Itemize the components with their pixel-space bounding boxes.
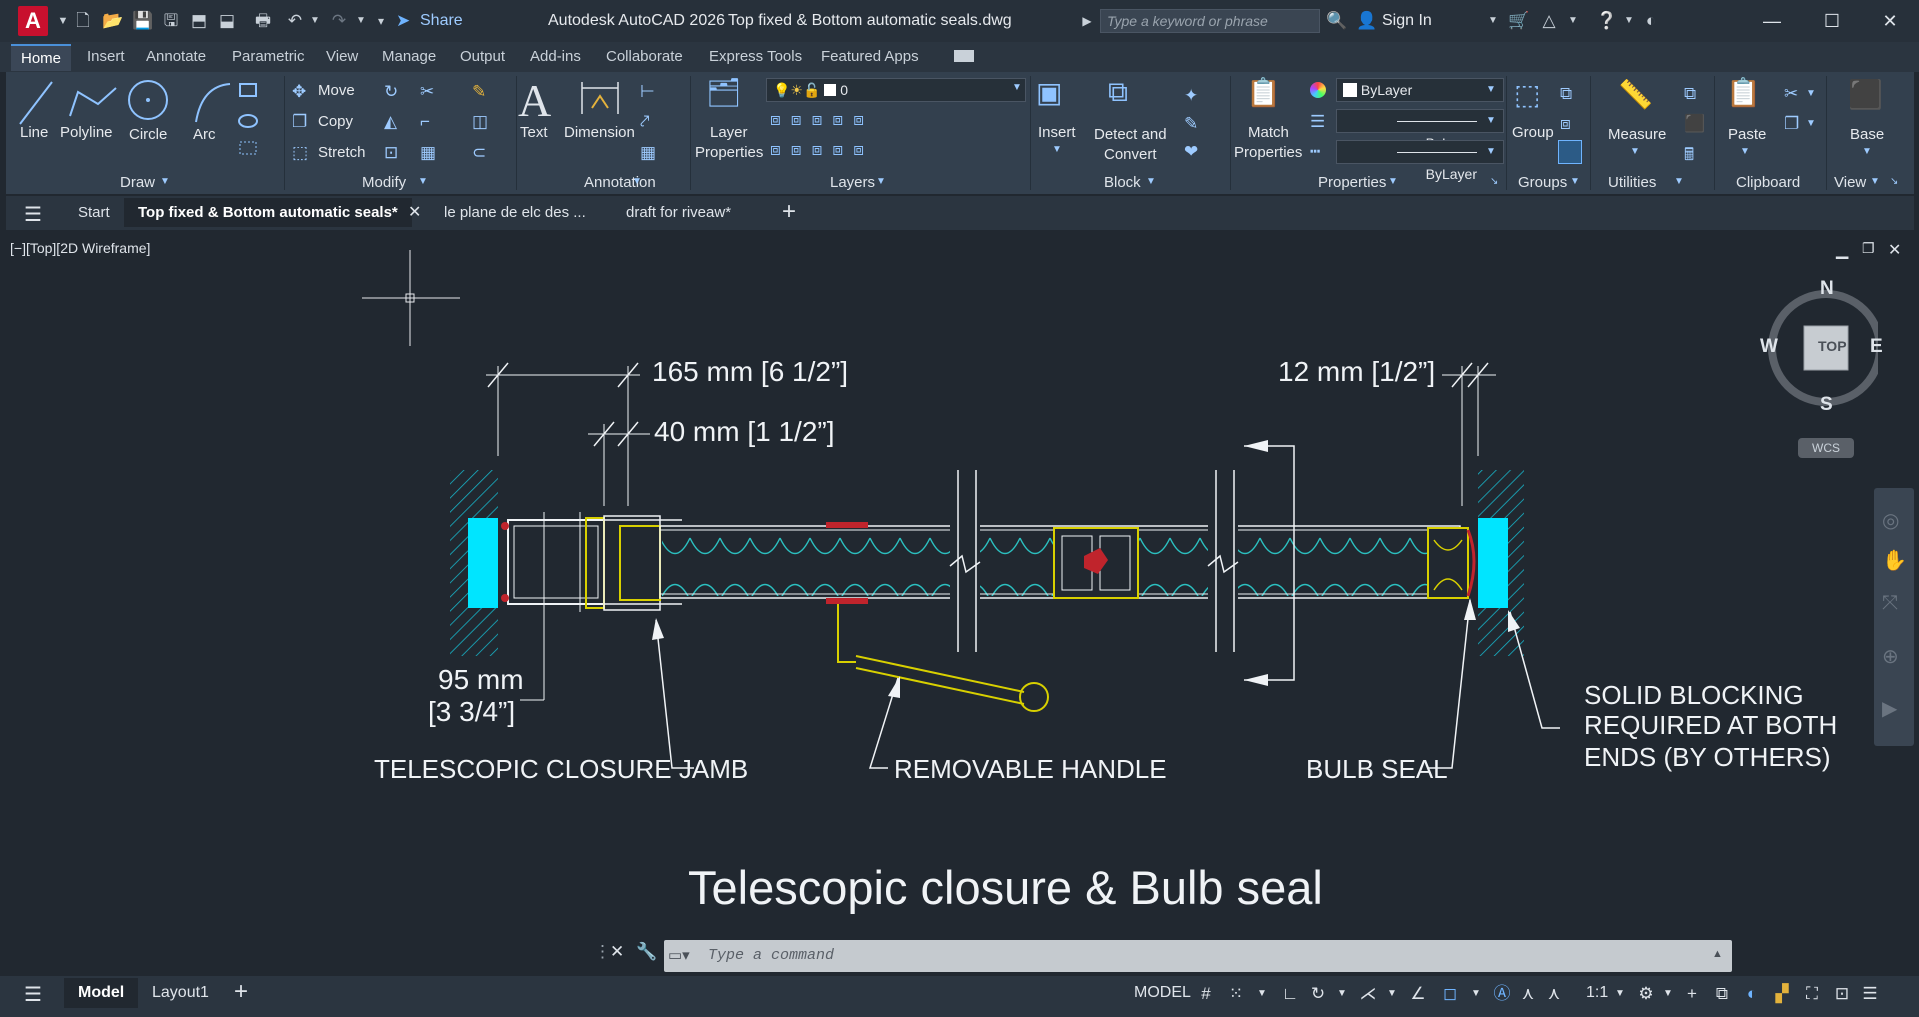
command-input[interactable]: Type a command (708, 947, 834, 964)
workspace-gear-icon[interactable]: ⚙ (1634, 982, 1658, 1006)
object-snap-dropdown-icon[interactable]: ▼ (1464, 982, 1488, 1006)
hardware-acceleration-icon[interactable]: ▞ (1770, 982, 1794, 1006)
isodraft-dropdown-icon[interactable]: ▼ (1380, 982, 1404, 1006)
grid-icon[interactable]: # (1194, 982, 1218, 1006)
label-bulb-seal[interactable]: BULB SEAL (1306, 754, 1448, 785)
auto-scale-icon[interactable]: ⋏ (1516, 982, 1540, 1006)
annotation-scale-icon[interactable]: ⋏ (1542, 982, 1566, 1006)
new-layout-plus-icon[interactable]: + (234, 978, 248, 1006)
label-removable-handle[interactable]: REMOVABLE HANDLE (894, 754, 1167, 785)
layout1-tab[interactable]: Layout1 (152, 984, 209, 1002)
isodraft-icon[interactable]: ⋌ (1356, 982, 1380, 1006)
annotation-scale-dropdown-icon[interactable]: ▼ (1608, 982, 1632, 1006)
polar-dropdown-icon[interactable]: ▼ (1330, 982, 1354, 1006)
annotation-scale-value[interactable]: 1:1 (1586, 984, 1608, 1002)
dimension-95mm[interactable]: 95 mm (438, 664, 524, 696)
command-grip-icon[interactable]: ⋮ (594, 942, 611, 962)
drawing-caption[interactable]: Telescopic closure & Bulb seal (688, 860, 1323, 915)
command-close-icon[interactable]: ✕ (610, 942, 624, 962)
isolate-objects-icon[interactable]: ◐ (1740, 982, 1764, 1006)
label-telescopic-closure-jamb[interactable]: TELESCOPIC CLOSURE JAMB (374, 754, 748, 785)
dimension-165mm[interactable]: 165 mm [6 1/2”] (652, 356, 848, 388)
label-solid-blocking-line1[interactable]: SOLID BLOCKING (1584, 680, 1804, 711)
annotation-monitor-icon[interactable]: + (1680, 982, 1704, 1006)
command-prompt-icon[interactable]: ▭▾ (668, 946, 690, 964)
snap-icon[interactable]: ⁙ (1224, 982, 1248, 1006)
label-solid-blocking-line3[interactable]: ENDS (BY OTHERS) (1584, 742, 1831, 773)
dimension-12mm[interactable]: 12 mm [1/2”] (1278, 356, 1435, 388)
customize-status-bar-icon[interactable]: ☰ (1858, 982, 1882, 1006)
removable-handle (837, 604, 856, 663)
units-icon[interactable]: ⧉ (1710, 982, 1734, 1006)
layout-menu-icon[interactable]: ☰ (24, 982, 42, 1007)
right-solid-blocking (1478, 518, 1508, 608)
dimension-40mm[interactable]: 40 mm [1 1/2”] (654, 416, 835, 448)
annotation-visibility-icon[interactable]: Ⓐ (1490, 982, 1514, 1006)
dimension-95mm-imperial[interactable]: [3 3/4”] (428, 696, 515, 728)
polar-icon[interactable]: ↻ (1306, 982, 1330, 1006)
snap-dropdown-icon[interactable]: ▼ (1250, 982, 1274, 1006)
jamb-frame (507, 519, 605, 605)
left-solid-blocking (468, 518, 498, 608)
clean-screen-icon[interactable]: ⛶ (1800, 982, 1824, 1006)
ortho-icon[interactable]: ∟ (1278, 982, 1302, 1006)
full-screen-icon[interactable]: ⊡ (1830, 982, 1854, 1006)
label-solid-blocking-line2[interactable]: REQUIRED AT BOTH (1584, 710, 1837, 741)
bulb-seal-frame (1427, 527, 1469, 599)
workspace-dropdown-icon[interactable]: ▼ (1656, 982, 1680, 1006)
model-space-button[interactable]: MODEL (1134, 984, 1191, 1002)
object-snap-tracking-icon[interactable]: ∠ (1406, 982, 1430, 1006)
command-history-icon[interactable]: ▲ (1712, 948, 1723, 960)
command-customize-icon[interactable]: 🔧 (636, 942, 657, 962)
model-tab[interactable]: Model (64, 978, 139, 1008)
object-snap-icon[interactable]: ◻ (1438, 982, 1462, 1006)
